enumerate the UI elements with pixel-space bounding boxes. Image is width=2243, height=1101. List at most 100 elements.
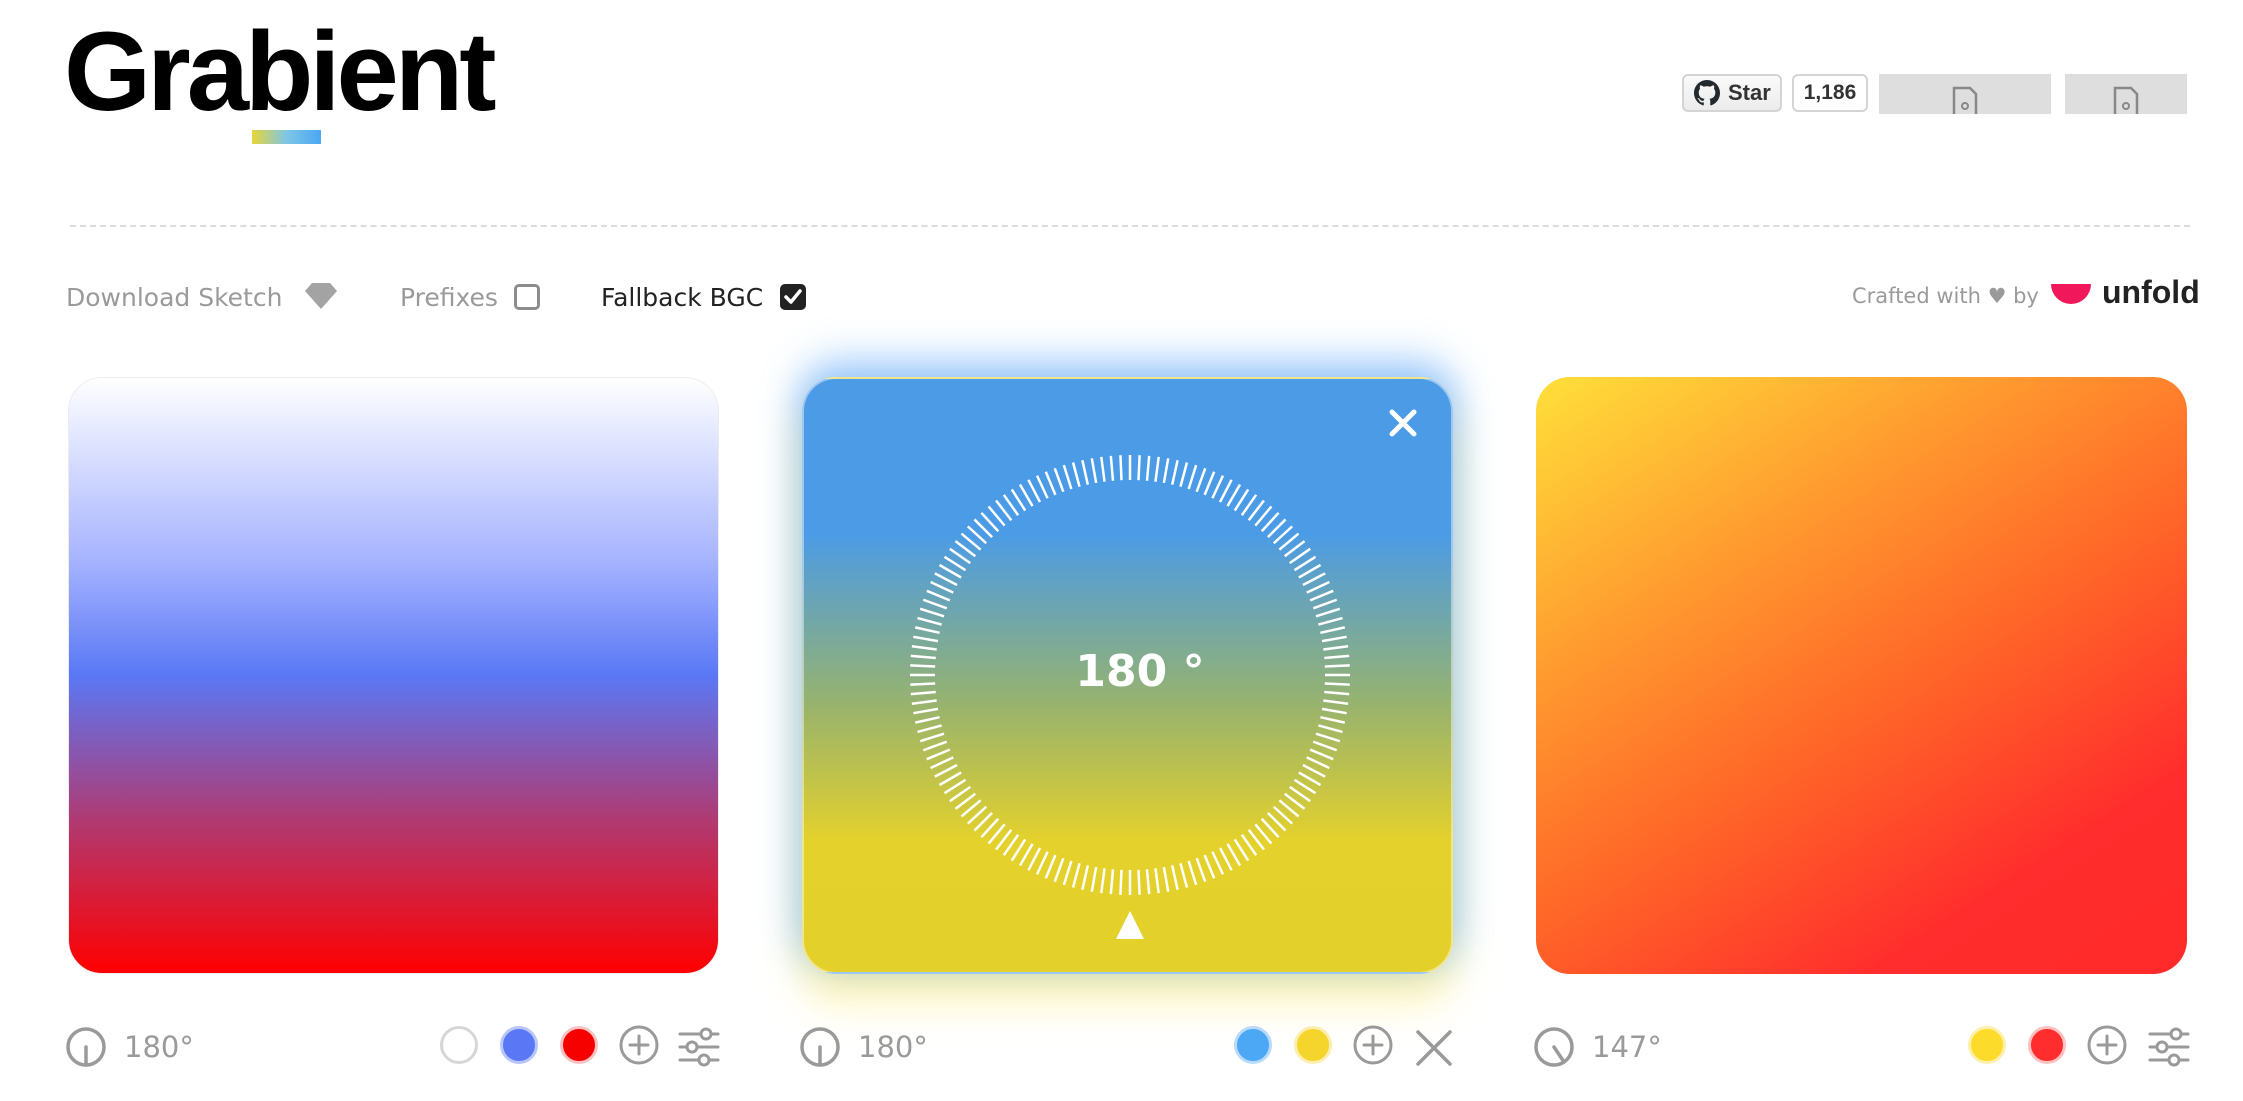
prefixes-checkbox[interactable] bbox=[514, 284, 540, 310]
grabient-logo[interactable]: Grabient bbox=[64, 16, 497, 128]
dial-tick bbox=[1154, 456, 1160, 482]
dial-tick bbox=[1145, 455, 1151, 481]
add-stop-icon[interactable] bbox=[2086, 1024, 2128, 1066]
dial-angle-readout: 180 ° bbox=[1075, 646, 1205, 697]
dial-tick bbox=[1035, 851, 1049, 875]
dial-tick bbox=[913, 707, 939, 715]
dial-tick bbox=[1100, 456, 1106, 482]
dial-tick bbox=[1324, 682, 1350, 686]
dial-tick bbox=[922, 598, 948, 610]
unfold-logo-icon[interactable] bbox=[2050, 282, 2092, 310]
dial-tick bbox=[1312, 598, 1338, 610]
prefixes-label: Prefixes bbox=[400, 283, 498, 312]
color-stop-swatch[interactable] bbox=[500, 1026, 538, 1064]
dial-tick bbox=[1071, 863, 1081, 888]
dial-tick bbox=[1318, 616, 1343, 626]
dial-tick bbox=[1137, 455, 1141, 481]
color-stop-swatch[interactable] bbox=[1234, 1026, 1272, 1064]
dial-tick bbox=[1053, 467, 1065, 493]
dial-tick bbox=[910, 654, 936, 660]
dial-tick bbox=[914, 626, 940, 635]
broken-image-icon bbox=[2113, 86, 2139, 114]
dial-tick bbox=[938, 771, 962, 787]
dial-tick bbox=[914, 715, 940, 724]
dial-tick bbox=[1109, 869, 1115, 895]
gradient-card-1[interactable] bbox=[68, 377, 719, 974]
dial-tick bbox=[1195, 857, 1207, 883]
dial-tick bbox=[919, 732, 945, 743]
dial-tick bbox=[1321, 707, 1347, 715]
angle-icon[interactable] bbox=[1533, 1026, 1575, 1068]
dial-tick bbox=[1226, 843, 1242, 867]
dial-tick bbox=[1018, 483, 1034, 507]
angle-icon[interactable] bbox=[799, 1026, 841, 1068]
color-stop-swatch[interactable] bbox=[560, 1026, 598, 1064]
dial-tick bbox=[1315, 607, 1341, 618]
github-star-count[interactable]: 1,186 bbox=[1792, 74, 1868, 112]
dial-tick bbox=[1162, 866, 1170, 892]
dial-pointer-icon[interactable] bbox=[1116, 911, 1144, 939]
dial-tick bbox=[1298, 771, 1322, 787]
dial-tick bbox=[1090, 458, 1098, 484]
dial-tick bbox=[1211, 475, 1225, 499]
dial-tick bbox=[1211, 851, 1225, 875]
dial-tick bbox=[1027, 847, 1042, 871]
header-divider bbox=[70, 225, 2190, 227]
dial-tick bbox=[1090, 866, 1098, 892]
color-stop-swatch[interactable] bbox=[1968, 1026, 2006, 1064]
dial-tick bbox=[1162, 458, 1170, 484]
fallback-bgc-checkbox[interactable] bbox=[780, 284, 806, 310]
checkmark-icon bbox=[784, 289, 802, 304]
color-stop-swatch[interactable] bbox=[1294, 1026, 1332, 1064]
dial-tick bbox=[1100, 868, 1106, 894]
sliders-icon[interactable] bbox=[2148, 1026, 2190, 1068]
dial-tick bbox=[919, 607, 945, 618]
dial-tick bbox=[1187, 860, 1198, 886]
dial-tick bbox=[910, 690, 936, 696]
dial-tick bbox=[1187, 464, 1198, 490]
share-button-placeholder[interactable] bbox=[1879, 74, 2051, 114]
dial-tick bbox=[1323, 699, 1349, 705]
dial-tick bbox=[1062, 464, 1073, 490]
logo-gradient-underline bbox=[252, 130, 321, 144]
angle-value[interactable]: 180° bbox=[858, 1030, 928, 1064]
download-sketch-link[interactable]: Download Sketch bbox=[66, 283, 282, 312]
dial-tick bbox=[938, 563, 962, 579]
dial-tick bbox=[1170, 459, 1179, 485]
dial-tick bbox=[930, 580, 954, 594]
dial-tick bbox=[1062, 860, 1073, 886]
dial-tick bbox=[1298, 563, 1322, 579]
angle-value[interactable]: 147° bbox=[1592, 1030, 1662, 1064]
color-stop-swatch[interactable] bbox=[440, 1026, 478, 1064]
diamond-icon[interactable] bbox=[304, 282, 338, 310]
angle-icon[interactable] bbox=[65, 1026, 107, 1068]
dial-tick bbox=[1309, 748, 1334, 761]
angle-value[interactable]: 180° bbox=[124, 1030, 194, 1064]
dial-tick bbox=[1324, 654, 1350, 660]
dial-tick bbox=[910, 682, 936, 686]
dial-tick bbox=[1323, 645, 1349, 651]
dial-tick bbox=[934, 763, 958, 778]
close-icon[interactable] bbox=[1388, 408, 1418, 438]
dial-tick bbox=[1309, 589, 1334, 602]
github-star-button[interactable]: Star bbox=[1682, 74, 1782, 112]
tweet-button-placeholder[interactable] bbox=[2065, 74, 2187, 114]
sliders-icon[interactable] bbox=[678, 1026, 720, 1068]
dial-tick bbox=[1137, 869, 1141, 895]
dial-tick bbox=[1218, 479, 1233, 503]
gradient-card-3[interactable] bbox=[1536, 377, 2187, 974]
dial-tick bbox=[1218, 847, 1233, 871]
unfold-brand-link[interactable]: unfold bbox=[2102, 274, 2200, 311]
close-icon[interactable] bbox=[1414, 1028, 1456, 1070]
dial-tick bbox=[926, 589, 951, 602]
dial-tick bbox=[1081, 865, 1090, 891]
dial-tick bbox=[1081, 459, 1090, 485]
dial-tick bbox=[1306, 580, 1330, 594]
dial-tick bbox=[1044, 471, 1057, 496]
color-stop-swatch[interactable] bbox=[2028, 1026, 2066, 1064]
dial-tick bbox=[913, 635, 939, 643]
add-stop-icon[interactable] bbox=[618, 1024, 660, 1066]
dial-tick bbox=[1018, 843, 1034, 867]
add-stop-icon[interactable] bbox=[1352, 1024, 1394, 1066]
dial-tick bbox=[1179, 462, 1189, 487]
